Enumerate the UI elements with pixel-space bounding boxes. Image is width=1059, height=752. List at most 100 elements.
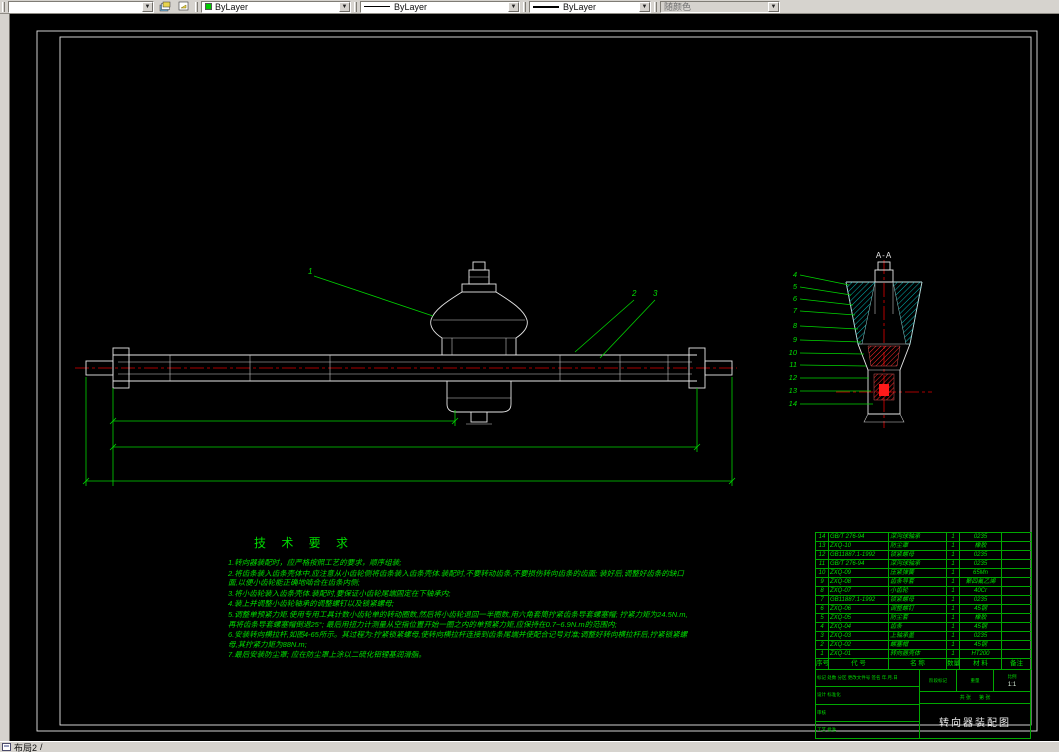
cyan-hatch-left [845,281,876,345]
section-view-title: A-A [876,251,892,260]
technical-requirement-line: 3.将小齿轮装入齿条壳体.装配时,要保证小齿轮尾端固定在下轴承内; [228,588,451,598]
bom-row: 11 GB/T 276-94 深沟球轴承 1 0235 [815,559,1032,569]
chevron-down-icon[interactable]: ▼ [142,1,153,12]
bom-cell-code: ZXQ-07 [828,586,889,596]
bom-row: 13 ZXQ-10 防尘罩 1 橡胶 [815,541,1032,551]
chevron-down-icon[interactable]: ▼ [508,1,519,12]
callout-label: 8 [793,321,798,330]
toolbar-grip[interactable] [354,1,357,12]
bom-cell-code: GB/T 276-94 [828,532,889,542]
lineweight-combobox[interactable]: ByLayer ▼ [529,0,651,13]
bom-cell-index: 10 [815,568,829,578]
callout-label: 5 [793,282,798,291]
toolbar-grip[interactable] [195,1,198,12]
cad-window: ▼ ByLayer ▼ ByLayer ▼ ByLayer ▼ 随颜色 ▼ 1 … [0,0,1059,752]
bom-cell-code: ZXQ-04 [828,622,889,632]
bom-cell-name: 转向器壳体 [888,649,947,659]
bom-cell-qty: 1 [946,604,960,614]
bom-cell-material: 0235 [959,550,1002,560]
linetype-sample-icon [364,6,390,7]
bom-cell-name: 齿条导套 [888,577,947,587]
layer-combobox[interactable]: ▼ [8,0,154,13]
bom-row: 8 ZXQ-07 小齿轮 1 40Cr [815,586,1032,596]
title-block-row: 设计 标准化 [816,687,919,705]
bom-cell-note [1001,559,1032,569]
title-block: 标记 处数 分区 更改文件号 签名 年.月.日 设计 标准化 审核 工艺 批准 … [815,669,1031,739]
bom-cell-name: 调整螺钉 [888,604,947,614]
tab-separator: / [40,742,43,752]
bom-cell-qty: 1 [946,631,960,641]
plotstyle-combobox: 随颜色 ▼ [660,0,780,13]
title-block-signoff: 标记 处数 分区 更改文件号 签名 年.月.日 设计 标准化 审核 工艺 批准 [816,670,920,738]
bom-header-code: 代 号 [828,658,889,670]
red-part [879,384,889,396]
title-block-row: 审核 [816,705,919,722]
technical-requirements: 技 术 要 求 1.转向器装配时，应严格按照工艺的要求，顺序组装; 2.将齿条装… [228,534,693,661]
scale-label: 比例 [1007,673,1017,679]
callout-label: 7 [793,306,798,315]
callout-label: 11 [789,360,797,369]
bom-cell-code: ZXQ-02 [828,640,889,650]
toolbar-grip[interactable] [654,1,657,12]
bom-cell-index: 6 [815,604,829,614]
bom-cell-note [1001,613,1032,623]
bom-cell-qty: 1 [946,559,960,569]
bom-row: 10 ZXQ-09 压紧弹簧 1 65Mn [815,568,1032,578]
color-combo-value: ByLayer [215,1,249,12]
bom-cell-name: 压紧弹簧 [888,568,947,578]
lineweight-sample-icon [533,5,559,8]
callout-label: 1 [308,267,312,276]
bom-cell-name: 螺塞帽 [888,640,947,650]
bom-cell-material: HT200 [959,649,1002,659]
callout-label: 10 [789,348,798,357]
chevron-down-icon[interactable]: ▼ [639,1,650,12]
bom-cell-qty: 1 [946,577,960,587]
bom-cell-code: ZXQ-03 [828,631,889,641]
linetype-combobox[interactable]: ByLayer ▼ [360,0,520,13]
bom-cell-note [1001,595,1032,605]
bom-cell-name: 齿条 [888,622,947,632]
bom-cell-qty: 1 [946,613,960,623]
make-object-layer-current-button[interactable] [176,0,192,13]
bom-cell-note [1001,622,1032,632]
bom-cell-qty: 1 [946,622,960,632]
color-combobox[interactable]: ByLayer ▼ [201,0,351,13]
bom-cell-note [1001,649,1032,659]
layer-sheet-icon [178,1,189,11]
bom-cell-index: 5 [815,613,829,623]
toolbar-grip[interactable] [2,1,5,12]
bom-cell-index: 8 [815,586,829,596]
red-hatch-upper [867,345,901,367]
title-block-row: 工艺 批准 [817,726,837,732]
bom-row: 12 GB11887.1-1992 锁紧螺母 1 0235 [815,550,1032,560]
bom-row: 5 ZXQ-05 防尘套 1 橡胶 [815,613,1032,623]
chevron-down-icon[interactable]: ▼ [339,1,350,12]
bom-cell-name: 小齿轮 [888,586,947,596]
toolbar-grip[interactable] [523,1,526,12]
technical-requirement-line: 1.转向器装配时，应严格按照工艺的要求，顺序组装; [228,558,402,567]
drawing-title: 转向器装配图 [939,717,1011,729]
layer-properties-button[interactable] [157,0,173,13]
bom-cell-note [1001,541,1032,551]
main-callouts: 1 2 3 [308,267,658,359]
bom-cell-note [1001,550,1032,560]
sheet-total: 共 张 [959,695,971,701]
bom-cell-material: 0235 [959,559,1002,569]
technical-requirement-line: 5.调整单预紧力矩.使用专用工具计数小齿轮单的转动圈数,然后将小齿轮退回一半圈数… [228,609,688,629]
bom-cell-qty: 1 [946,532,960,542]
drawing-canvas[interactable]: 1 2 3 A-A 4 5 6 7 8 9 10 11 12 13 14 技 术… [0,14,1059,741]
bom-header-note: 备注 [1001,658,1032,670]
lineweight-combo-value: ByLayer [563,1,597,12]
bom-cell-note [1001,586,1032,596]
bom-cell-index: 14 [815,532,829,542]
bom-row: 3 ZXQ-03 上轴承盖 1 0235 [815,631,1032,641]
bom-cell-name: 锁紧螺母 [888,550,947,560]
bom-cell-note [1001,631,1032,641]
cyan-hatch-right [892,281,923,345]
bom-cell-material: 橡胶 [959,613,1002,623]
bom-cell-index: 7 [815,595,829,605]
layout-tab[interactable]: 布局2 [14,741,37,752]
bom-cell-qty: 1 [946,595,960,605]
main-assembly-view: 1 2 3 [75,261,737,486]
sheet-number: 第 张 [979,695,991,701]
